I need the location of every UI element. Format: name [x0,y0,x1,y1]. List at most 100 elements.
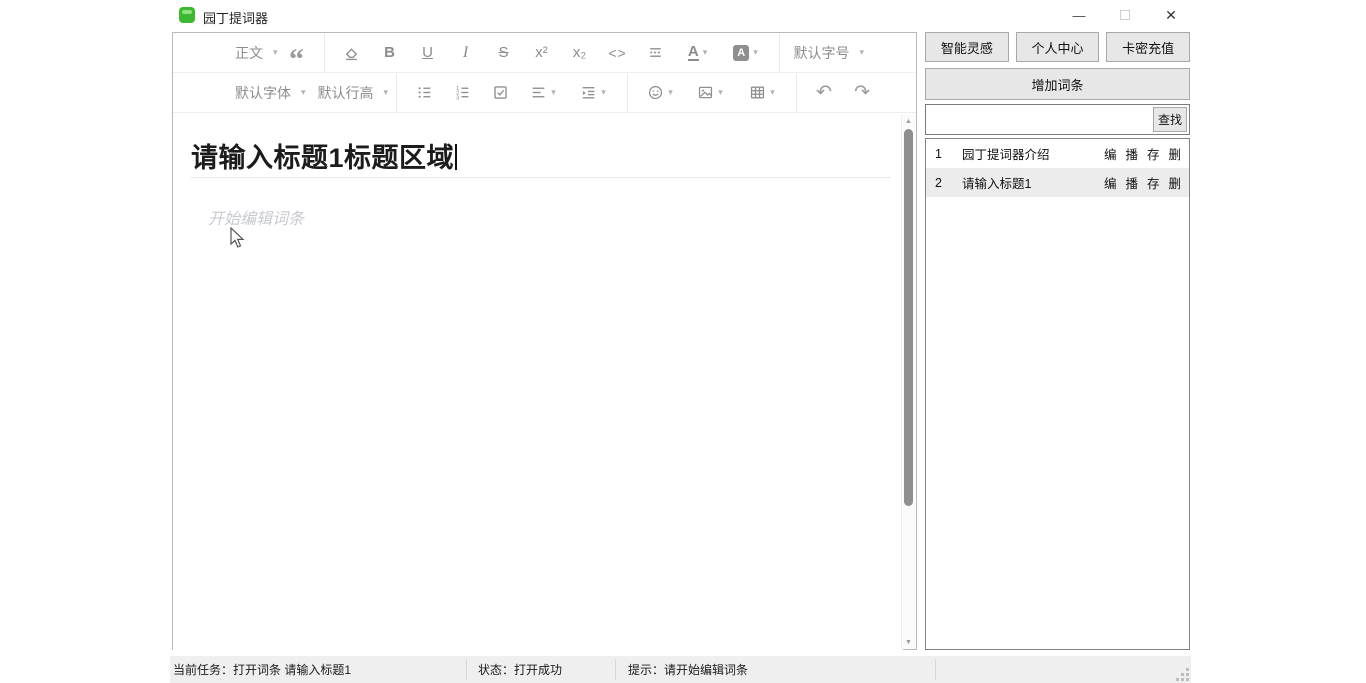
indent-dropdown[interactable]: ▾ [567,73,619,113]
document-title-text: 请输入标题1标题区域 [191,143,454,173]
editor-placeholder: 开始编辑词条 [208,205,304,229]
chevron-down-icon: ▾ [753,47,758,58]
editor-scrollbar[interactable]: ▲ ▼ [901,115,915,649]
undo-button[interactable]: ↶ [805,73,843,113]
chevron-down-icon: ▾ [551,87,556,98]
ordered-list-button[interactable]: 1 2 3 [443,73,481,113]
close-button[interactable]: ✕ [1148,0,1194,30]
entry-action[interactable]: 删 [1168,173,1181,192]
entry-row[interactable]: 2 请输入标题1 编播存删 [926,168,1189,197]
emoji-icon [647,84,664,101]
eraser-icon [343,44,360,61]
paragraph-style-label: 正文 [229,43,269,63]
chevron-down-icon: ▾ [301,87,306,98]
editor-panel: 正文 ▾ “ B U I S x² x₂ <> [172,32,917,650]
side-button-row: 智能灵感 个人中心 卡密充值 [925,32,1190,62]
add-entry-button[interactable]: 增加词条 [925,68,1190,100]
table-dropdown[interactable]: ▾ [736,73,788,113]
app-window: 园丁提词器 — ✕ 正文 ▾ “ B U I S [0,0,1366,683]
toolbar-divider [627,74,628,112]
document-title[interactable]: 请输入标题1标题区域 [191,136,457,175]
font-size-dropdown[interactable]: 默认字号 ▾ [788,33,865,73]
align-icon [530,84,547,101]
statusbar: 当前任务：打开词条 请输入标题1 状态：打开成功 提示：请开始编辑词条 [170,656,1191,683]
entry-action[interactable]: 删 [1168,144,1181,163]
smart-inspiration-button[interactable]: 智能灵感 [925,32,1009,62]
toolbar-divider [324,34,325,72]
clear-format-button[interactable] [333,33,371,73]
mouse-cursor [229,227,249,249]
scrollbar-thumb[interactable] [904,129,913,506]
paragraph-style-dropdown[interactable]: 正文 ▾ [229,33,278,73]
font-family-dropdown[interactable]: 默认字体 ▾ [229,73,306,113]
svg-text:3: 3 [456,95,459,101]
status-tip: 提示：请开始编辑词条 [628,656,748,683]
entry-index: 1 [935,147,951,161]
redo-button[interactable]: ↷ [843,73,881,113]
highlight-color-dropdown[interactable]: A ▾ [721,33,771,73]
entry-action[interactable]: 编 [1104,173,1117,192]
emoji-dropdown[interactable]: ▾ [636,73,684,113]
horizontal-rule-icon [647,44,664,61]
app-title: 园丁提词器 [203,8,268,27]
font-color-dropdown[interactable]: A ▾ [675,33,721,73]
entry-action[interactable]: 播 [1125,173,1138,192]
task-list-button[interactable] [481,73,519,113]
editor-content[interactable]: 请输入标题1标题区域 开始编辑词条 [173,114,903,650]
entry-action[interactable]: 编 [1104,144,1117,163]
resize-grip[interactable] [1177,669,1189,681]
scroll-up-icon[interactable]: ▲ [902,118,915,125]
highlight-color-icon: A [733,45,749,61]
subscript-button[interactable]: x₂ [561,33,599,73]
status-state: 状态：打开成功 [478,656,562,683]
status-divider [615,659,616,680]
indent-icon [580,84,597,101]
status-divider [935,659,936,680]
entry-actions: 编播存删 [1104,173,1181,192]
card-recharge-button[interactable]: 卡密充值 [1106,32,1190,62]
align-dropdown[interactable]: ▾ [519,73,567,113]
superscript-button[interactable]: x² [523,33,561,73]
entry-action[interactable]: 播 [1125,144,1138,163]
bullet-list-button[interactable] [405,73,443,113]
toolbar-row-2: 默认字体 ▾ 默认行高 ▾ 1 2 3 [173,73,916,113]
entry-row[interactable]: 1 园丁提词器介绍 编播存删 [926,139,1189,168]
entry-action[interactable]: 存 [1147,173,1160,192]
text-caret [455,144,457,170]
toolbar-divider [779,34,780,72]
side-panel: 智能灵感 个人中心 卡密充值 增加词条 查找 1 园丁提词器介绍 编播存删 2 … [925,32,1190,650]
entry-index: 2 [935,176,951,190]
search-area: 查找 [925,104,1190,135]
title-divider [191,177,891,178]
titlebar: 园丁提词器 — ✕ [0,0,1366,30]
strikethrough-button[interactable]: S [485,33,523,73]
entry-list: 1 园丁提词器介绍 编播存删 2 请输入标题1 编播存删 [925,138,1190,650]
image-dropdown[interactable]: ▾ [684,73,736,113]
toolbar-divider [796,74,797,112]
blockquote-button[interactable]: “ [278,33,316,73]
search-button[interactable]: 查找 [1153,107,1187,132]
line-height-dropdown[interactable]: 默认行高 ▾ [312,73,389,113]
chevron-down-icon: ▾ [770,87,775,98]
quote-icon: “ [289,41,304,65]
search-input[interactable] [925,104,1190,135]
image-icon [697,84,714,101]
scroll-down-icon[interactable]: ▼ [902,639,915,646]
table-icon [749,84,766,101]
bold-button[interactable]: B [371,33,409,73]
chevron-down-icon: ▾ [384,87,389,98]
entry-action[interactable]: 存 [1147,144,1160,163]
toolbar-row-1: 正文 ▾ “ B U I S x² x₂ <> [173,33,916,73]
maximize-button[interactable] [1102,0,1148,30]
horizontal-rule-button[interactable] [637,33,675,73]
underline-button[interactable]: U [409,33,447,73]
font-family-label: 默认字体 [229,83,297,103]
chevron-down-icon: ▾ [860,47,865,58]
personal-center-button[interactable]: 个人中心 [1016,32,1100,62]
chevron-down-icon: ▾ [601,87,606,98]
italic-button[interactable]: I [447,33,485,73]
minimize-button[interactable]: — [1056,0,1102,30]
status-task: 当前任务：打开词条 请输入标题1 [173,656,351,683]
code-button[interactable]: <> [599,33,637,73]
chevron-down-icon: ▾ [668,87,673,98]
